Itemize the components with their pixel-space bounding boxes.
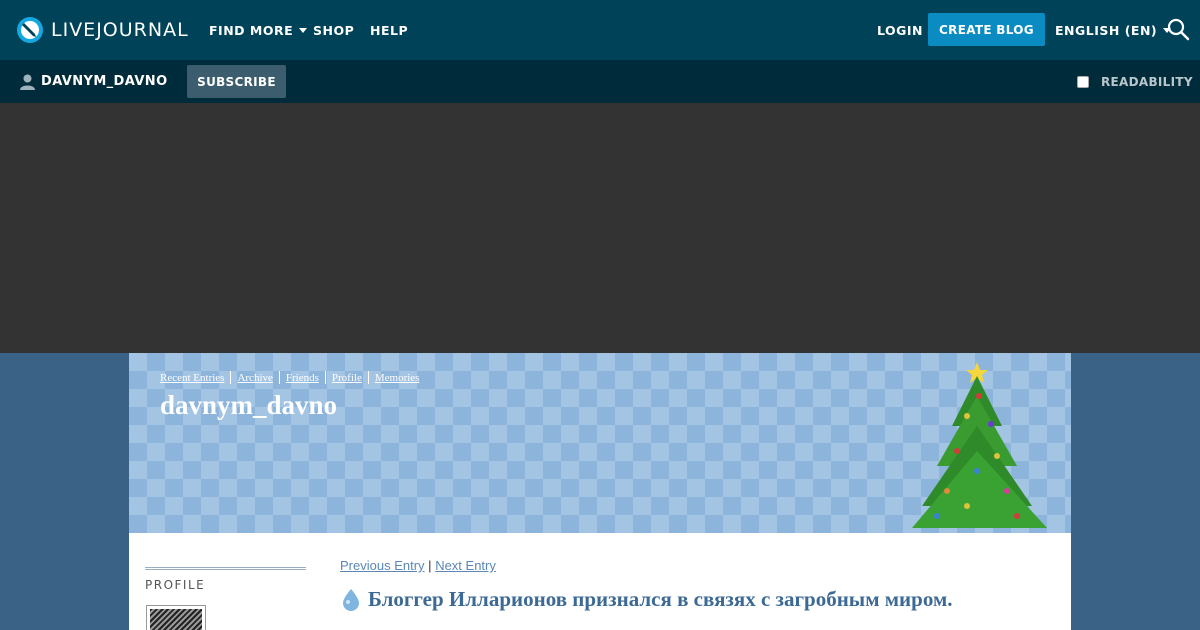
link-recent-entries[interactable]: Recent Entries (160, 372, 224, 384)
language-selector[interactable]: ENGLISH (EN) (1055, 0, 1172, 60)
search-icon[interactable] (1166, 17, 1190, 41)
link-separator (324, 371, 326, 384)
nav-shop-label: SHOP (313, 22, 355, 38)
avatar[interactable] (146, 605, 206, 630)
next-entry-link[interactable]: Next Entry (435, 558, 496, 573)
link-separator (278, 371, 280, 384)
profile-heading: PROFILE (145, 578, 206, 592)
create-blog-button[interactable]: CREATE BLOG (928, 13, 1045, 46)
previous-entry-link[interactable]: Previous Entry (340, 558, 425, 573)
entry-title-text: Блоггер Илларионов признался в связях с … (368, 587, 953, 611)
caret-down-icon (299, 27, 308, 33)
checkbox-icon[interactable] (1077, 75, 1089, 88)
subscribe-button[interactable]: SUBSCRIBE (187, 65, 286, 98)
journal-header: Recent Entries Archive Friends Profile M… (129, 353, 1071, 533)
journal-username: DAVNYM_DAVNO (41, 74, 168, 89)
logo-text: LIVEJOURNAL (51, 19, 189, 41)
entry-bullet-icon (343, 588, 359, 611)
readability-label: READABILITY (1101, 74, 1193, 89)
nav-find-more[interactable]: FIND MORE (209, 0, 308, 60)
journal-page: Recent Entries Archive Friends Profile M… (129, 353, 1071, 630)
login-link[interactable]: LOGIN (877, 0, 923, 60)
avatar-image (150, 609, 202, 630)
readability-toggle[interactable]: READABILITY (1077, 60, 1193, 103)
entry-navigation: Previous Entry | Next Entry (340, 558, 496, 573)
link-profile[interactable]: Profile (332, 372, 362, 384)
language-label: ENGLISH (EN) (1055, 22, 1158, 38)
link-memories[interactable]: Memories (375, 372, 420, 384)
nav-help[interactable]: HELP (370, 0, 408, 60)
sidebar-divider (145, 567, 306, 570)
login-label: LOGIN (877, 22, 924, 38)
journal-header-links: Recent Entries Archive Friends Profile M… (160, 371, 419, 384)
ad-banner-area (0, 103, 1200, 353)
link-separator (367, 371, 369, 384)
create-blog-label: CREATE BLOG (939, 22, 1034, 37)
user-icon (20, 74, 35, 90)
livejournal-logo-icon (17, 17, 43, 43)
journal-user-link[interactable]: DAVNYM_DAVNO (20, 60, 168, 103)
nav-shop[interactable]: SHOP (313, 0, 354, 60)
link-friends[interactable]: Friends (286, 372, 319, 384)
entry-nav-separator: | (428, 558, 432, 573)
subscribe-label: SUBSCRIBE (197, 74, 276, 89)
link-archive[interactable]: Archive (237, 372, 272, 384)
top-navbar: LIVEJOURNAL FIND MORE SHOP HELP LOGIN CR… (0, 0, 1200, 60)
link-separator (230, 371, 232, 384)
journal-title: davnym_davno (160, 390, 338, 420)
nav-find-more-label: FIND MORE (209, 22, 294, 38)
journal-subbar: DAVNYM_DAVNO SUBSCRIBE READABILITY (0, 60, 1200, 103)
nav-help-label: HELP (370, 22, 409, 38)
livejournal-logo[interactable]: LIVEJOURNAL (16, 15, 189, 45)
entry-title[interactable]: Блоггер Илларионов признался в связях с … (340, 587, 953, 612)
christmas-tree-icon (912, 362, 1047, 528)
